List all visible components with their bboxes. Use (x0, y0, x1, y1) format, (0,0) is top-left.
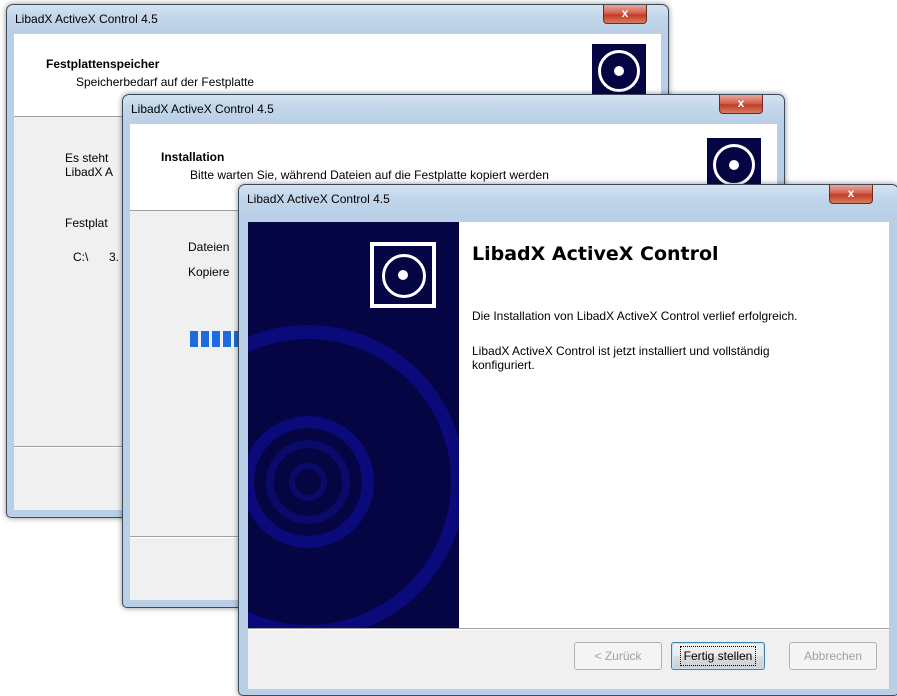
header-title: Installation (161, 150, 225, 164)
dialog-finish: LibadX ActiveX Control 4.5 x LibadX Acti… (238, 184, 897, 696)
finish-button-label: Fertig stellen (679, 646, 757, 666)
drive-letter: C:\ (73, 250, 89, 264)
copy-text: Kopiere (188, 265, 230, 279)
finish-button[interactable]: Fertig stellen (671, 642, 765, 670)
dialog-client: LibadX ActiveX Control Die Installation … (248, 222, 889, 689)
header-subtitle: Speicherbedarf auf der Festplatte (76, 75, 255, 89)
separator (248, 628, 889, 630)
installed-message-line1: LibadX ActiveX Control ist jetzt install… (472, 344, 770, 358)
info-text-1: Es steht (65, 151, 109, 165)
progress-bar (190, 331, 242, 347)
header-subtitle: Bitte warten Sie, während Dateien auf di… (190, 168, 549, 182)
header-title: Festplattenspeicher (46, 57, 160, 71)
cd-icon (370, 242, 436, 308)
disk-label: Festplat (65, 216, 108, 230)
info-text-2: LibadX A (65, 165, 114, 179)
close-button[interactable]: x (829, 185, 873, 204)
finish-heading: LibadX ActiveX Control (472, 243, 719, 265)
installed-message-line2: konfiguriert. (472, 358, 535, 372)
close-button[interactable]: x (719, 95, 763, 114)
content-panel: LibadX ActiveX Control Die Installation … (459, 222, 889, 628)
cd-icon (592, 44, 646, 98)
window-title: LibadX ActiveX Control 4.5 (247, 192, 390, 206)
status-text: Dateien (188, 240, 230, 254)
drive-space: 3. (109, 250, 120, 264)
window-title: LibadX ActiveX Control 4.5 (131, 102, 274, 116)
window-title: LibadX ActiveX Control 4.5 (15, 12, 158, 26)
back-button[interactable]: < Zurück (574, 642, 662, 670)
close-button[interactable]: x (603, 5, 647, 24)
cancel-button[interactable]: Abbrechen (789, 642, 877, 670)
success-message: Die Installation von LibadX ActiveX Cont… (472, 309, 798, 323)
